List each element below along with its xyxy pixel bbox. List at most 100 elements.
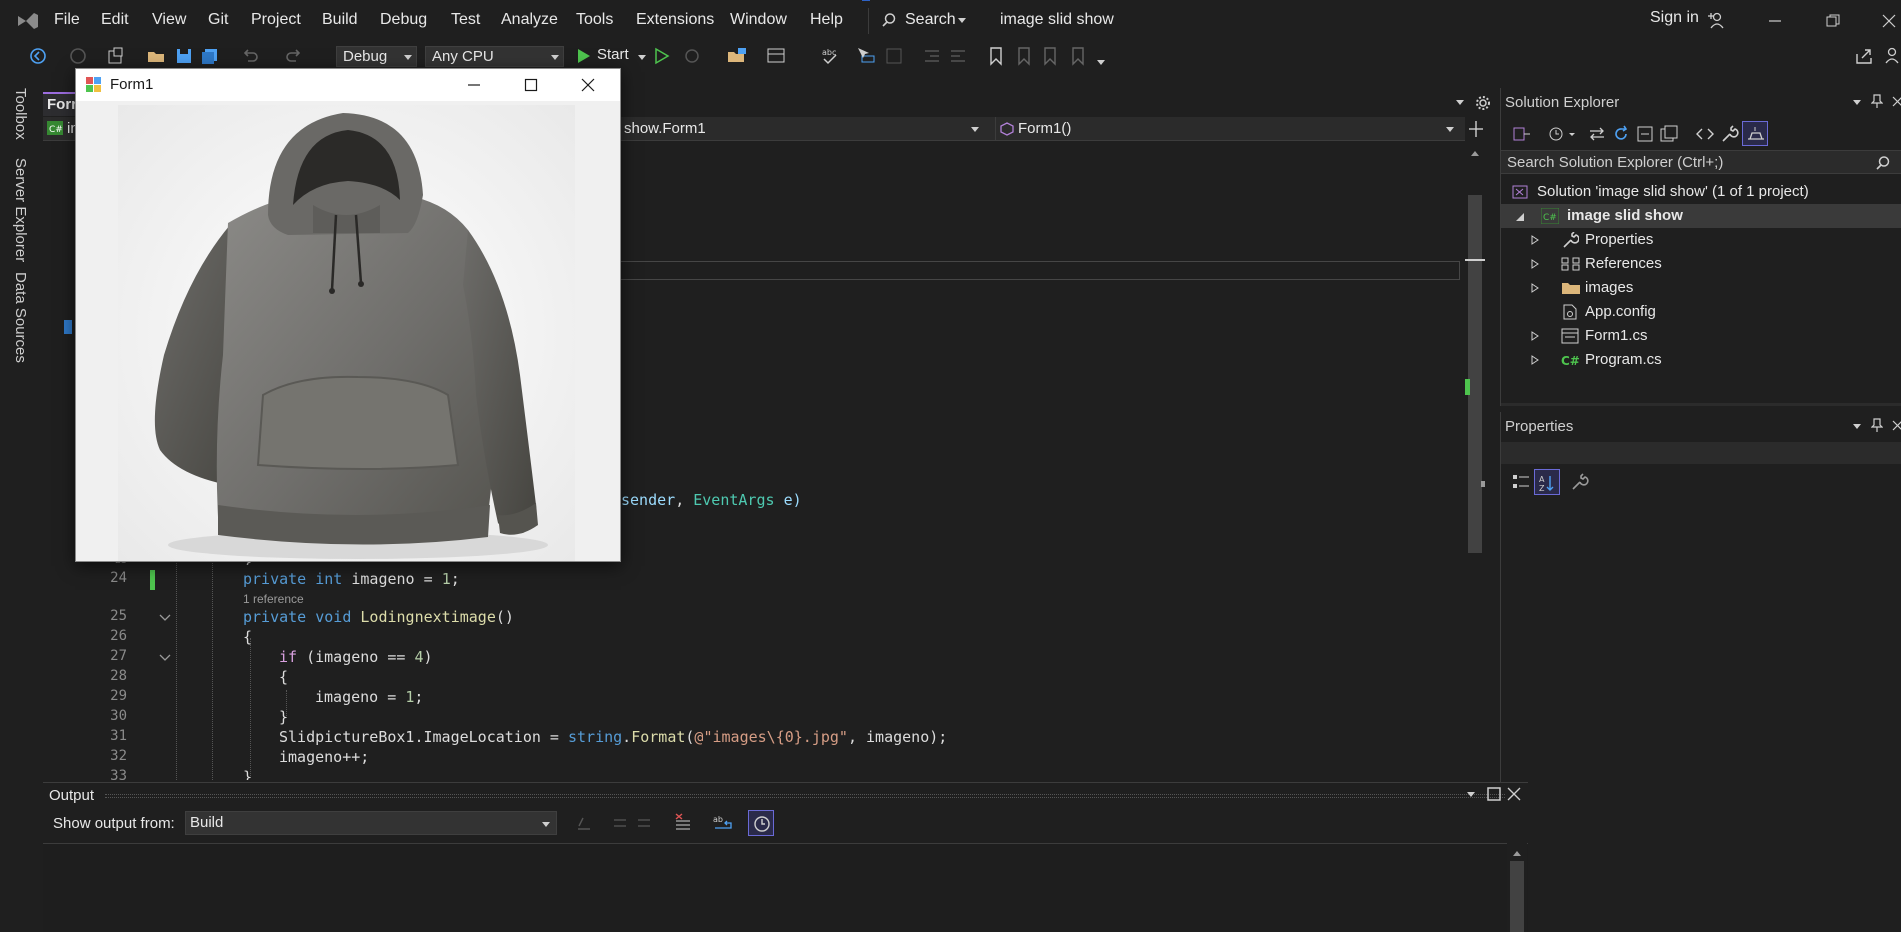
solution-platform-select[interactable]: Any CPU — [425, 46, 564, 67]
clear-bookmarks-icon[interactable] — [1068, 46, 1088, 66]
side-tab-data-sources[interactable]: Data Sources — [12, 272, 29, 363]
word-wrap-icon[interactable]: ab — [713, 813, 735, 833]
collapsed-triangle-icon[interactable] — [1531, 235, 1539, 245]
expanded-triangle-icon[interactable] — [1515, 212, 1525, 222]
menu-test[interactable]: Test — [451, 11, 480, 29]
previous-bookmark-icon[interactable] — [1014, 46, 1034, 66]
panel-splitter[interactable] — [1501, 403, 1901, 406]
menu-analyze[interactable]: Analyze — [501, 11, 558, 29]
menu-help[interactable]: Help — [810, 11, 843, 29]
scrollbar-thumb[interactable] — [1510, 861, 1524, 932]
tree-item-form1-cs[interactable]: Form1.cs — [1529, 324, 1889, 348]
visual-studio-logo-icon[interactable] — [14, 9, 40, 33]
categorized-icon[interactable] — [1511, 472, 1531, 492]
menu-git[interactable]: Git — [208, 11, 228, 29]
bookmark-icon[interactable] — [986, 46, 1006, 66]
forward-icon[interactable] — [68, 46, 88, 66]
account-icon[interactable] — [1884, 46, 1901, 66]
tree-item-properties[interactable]: Properties — [1529, 228, 1889, 252]
project-nav-combo[interactable]: C# in — [47, 119, 79, 137]
menu-view[interactable]: View — [152, 11, 186, 29]
side-tab-toolbox[interactable]: Toolbox — [12, 88, 29, 140]
back-icon[interactable] — [28, 46, 48, 66]
menu-tools[interactable]: Tools — [576, 11, 613, 29]
search-icon[interactable] — [881, 12, 897, 28]
maximize-icon[interactable] — [1487, 787, 1501, 801]
alphabetical-toggle[interactable]: AZ — [1534, 469, 1560, 495]
collapsed-triangle-icon[interactable] — [1531, 331, 1539, 341]
outdent-icon[interactable] — [948, 46, 968, 66]
show-all-files-icon[interactable] — [1659, 124, 1679, 144]
collapse-all-icon[interactable] — [1635, 124, 1655, 144]
solution-search-box[interactable]: Search Solution Explorer (Ctrl+;) — [1501, 150, 1901, 174]
output-vertical-scrollbar[interactable] — [1507, 843, 1527, 932]
collapsed-triangle-icon[interactable] — [1531, 355, 1539, 365]
user-add-icon[interactable] — [1706, 11, 1724, 29]
close-window-icon[interactable] — [1882, 14, 1896, 28]
menu-extensions[interactable]: Extensions — [636, 11, 714, 29]
menu-file[interactable]: File — [54, 11, 80, 29]
gear-icon[interactable] — [1475, 95, 1491, 111]
pin-icon[interactable] — [1871, 418, 1883, 432]
toolbar-overflow-icon[interactable] — [1097, 60, 1105, 65]
restore-icon[interactable] — [1826, 14, 1840, 28]
output-source-select[interactable]: Build — [185, 811, 557, 835]
search-icon[interactable] — [1875, 155, 1891, 171]
find-message-icon[interactable] — [575, 814, 593, 832]
close-icon[interactable] — [1507, 787, 1521, 801]
menu-edit[interactable]: Edit — [101, 11, 129, 29]
search-button[interactable]: Search — [905, 11, 956, 29]
indent-icon[interactable] — [922, 46, 942, 66]
view-code-icon[interactable] — [1695, 124, 1715, 144]
type-nav-combo[interactable]: show.Form1 — [620, 117, 985, 141]
member-nav-combo[interactable]: Form1() — [995, 117, 1460, 141]
preview-selected-items-toggle[interactable] — [1742, 121, 1768, 146]
align-icon[interactable] — [884, 46, 904, 66]
form1-window[interactable]: Form1 — [75, 68, 621, 562]
collapsed-triangle-icon[interactable] — [1531, 283, 1539, 293]
property-pages-wrench-icon[interactable] — [1569, 472, 1589, 492]
object-selector[interactable] — [1501, 442, 1901, 464]
pin-icon[interactable] — [1871, 94, 1883, 108]
next-bookmark-icon[interactable] — [1040, 46, 1060, 66]
start-button[interactable]: Start — [597, 46, 629, 63]
collapse-chevron-icon[interactable] — [159, 653, 171, 663]
menu-debug[interactable]: Debug — [380, 11, 427, 29]
close-icon[interactable] — [581, 78, 595, 92]
refresh-icon[interactable] — [1611, 124, 1631, 144]
undo-icon[interactable] — [240, 46, 260, 66]
side-tab-server-explorer[interactable]: Server Explorer — [12, 158, 29, 262]
tree-item-app-config[interactable]: App.config — [1529, 300, 1889, 324]
split-editor-icon[interactable] — [1468, 120, 1484, 138]
layout-icon[interactable] — [766, 46, 786, 66]
form1-title-bar[interactable]: Form1 — [76, 69, 620, 101]
properties-wrench-icon[interactable] — [1719, 124, 1739, 144]
tree-item-images-folder[interactable]: images — [1529, 276, 1889, 300]
switch-views-icon[interactable] — [1511, 124, 1533, 144]
maximize-icon[interactable] — [524, 78, 538, 92]
chevron-down-icon[interactable] — [1467, 792, 1475, 797]
select-element-icon[interactable] — [856, 46, 876, 66]
sync-with-document-icon[interactable] — [1587, 124, 1607, 144]
next-message-icon[interactable] — [635, 814, 653, 832]
save-all-icon[interactable] — [200, 46, 220, 66]
solution-configuration-select[interactable]: Debug — [336, 46, 417, 67]
minimize-icon[interactable] — [1768, 14, 1782, 28]
start-without-debugging-icon[interactable] — [652, 46, 672, 66]
menu-project[interactable]: Project — [251, 11, 301, 29]
tab-list-dropdown-icon[interactable] — [1456, 100, 1464, 105]
open-folder-icon[interactable] — [146, 46, 166, 66]
minimize-icon[interactable] — [467, 78, 481, 92]
save-icon[interactable] — [174, 46, 194, 66]
chevron-down-icon[interactable] — [1853, 100, 1861, 105]
live-share-icon[interactable] — [1854, 46, 1874, 66]
close-icon[interactable] — [1892, 420, 1901, 432]
menu-build[interactable]: Build — [322, 11, 358, 29]
collapse-chevron-icon[interactable] — [159, 613, 171, 623]
clear-all-icon[interactable] — [673, 813, 693, 833]
tree-item-project[interactable]: C# image slid show — [1501, 204, 1901, 228]
scroll-up-arrow-icon[interactable] — [1512, 849, 1522, 857]
close-icon[interactable] — [1892, 96, 1901, 108]
tree-item-references[interactable]: References — [1529, 252, 1889, 276]
browse-folder-icon[interactable] — [726, 46, 746, 66]
